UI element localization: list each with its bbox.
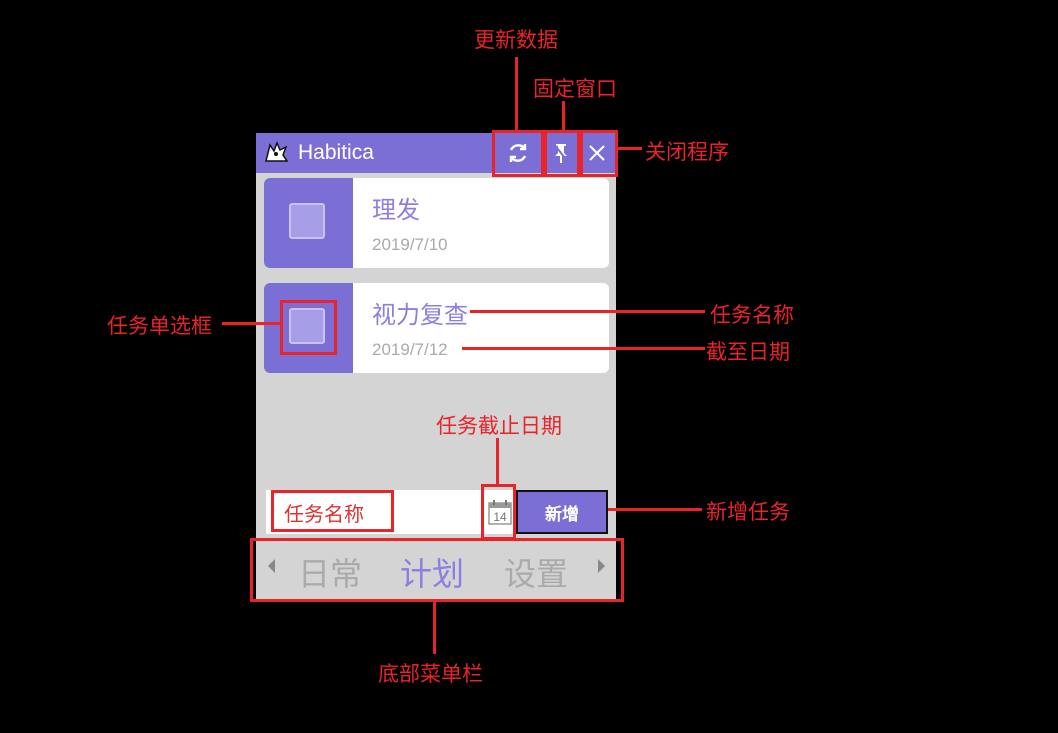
due-date-annotation: 截至日期	[706, 340, 790, 364]
checkbox-annotation: 任务单选框	[107, 314, 212, 338]
task-checkbox[interactable]	[289, 203, 325, 239]
task-due-date: 2019/7/12	[372, 340, 448, 359]
due-date-callout-line	[462, 347, 705, 350]
task-name: 理发	[372, 196, 420, 224]
task-name: 视力复查	[372, 301, 468, 329]
close-highlight-box	[580, 130, 618, 177]
task-due-date-annotation: 任务截止日期	[436, 414, 562, 438]
task-due-date-callout-line	[496, 438, 499, 484]
pin-highlight-box	[544, 130, 580, 177]
pin-annotation: 固定窗口	[533, 77, 617, 101]
checkbox-callout-line	[222, 322, 280, 325]
add-task-annotation: 新增任务	[706, 500, 790, 524]
refresh-annotation: 更新数据	[474, 28, 558, 52]
bottom-menu-callout-line	[433, 602, 436, 654]
close-annotation: 关闭程序	[645, 140, 729, 164]
habitica-gryphon-icon	[262, 139, 290, 167]
task-side-panel	[264, 178, 353, 268]
refresh-callout-line	[515, 57, 518, 130]
task-name-callout-line	[470, 310, 705, 313]
close-callout-line	[618, 147, 642, 150]
add-task-callout-line	[608, 508, 702, 511]
add-task-button[interactable]: 新增	[516, 490, 608, 534]
checkbox-highlight-box	[280, 300, 337, 355]
app-title: Habitica	[298, 141, 374, 164]
task-due-date: 2019/7/10	[372, 235, 448, 254]
bottom-menu-highlight-box	[250, 538, 624, 602]
refresh-highlight-box	[492, 130, 544, 177]
task-name-annotation: 任务名称	[710, 303, 794, 327]
date-picker-highlight-box	[481, 484, 516, 540]
task-card[interactable]: 理发 2019/7/10	[264, 178, 609, 268]
pin-callout-line	[562, 101, 565, 130]
task-input-highlight-box	[271, 490, 394, 532]
bottom-menu-annotation: 底部菜单栏	[378, 662, 483, 686]
